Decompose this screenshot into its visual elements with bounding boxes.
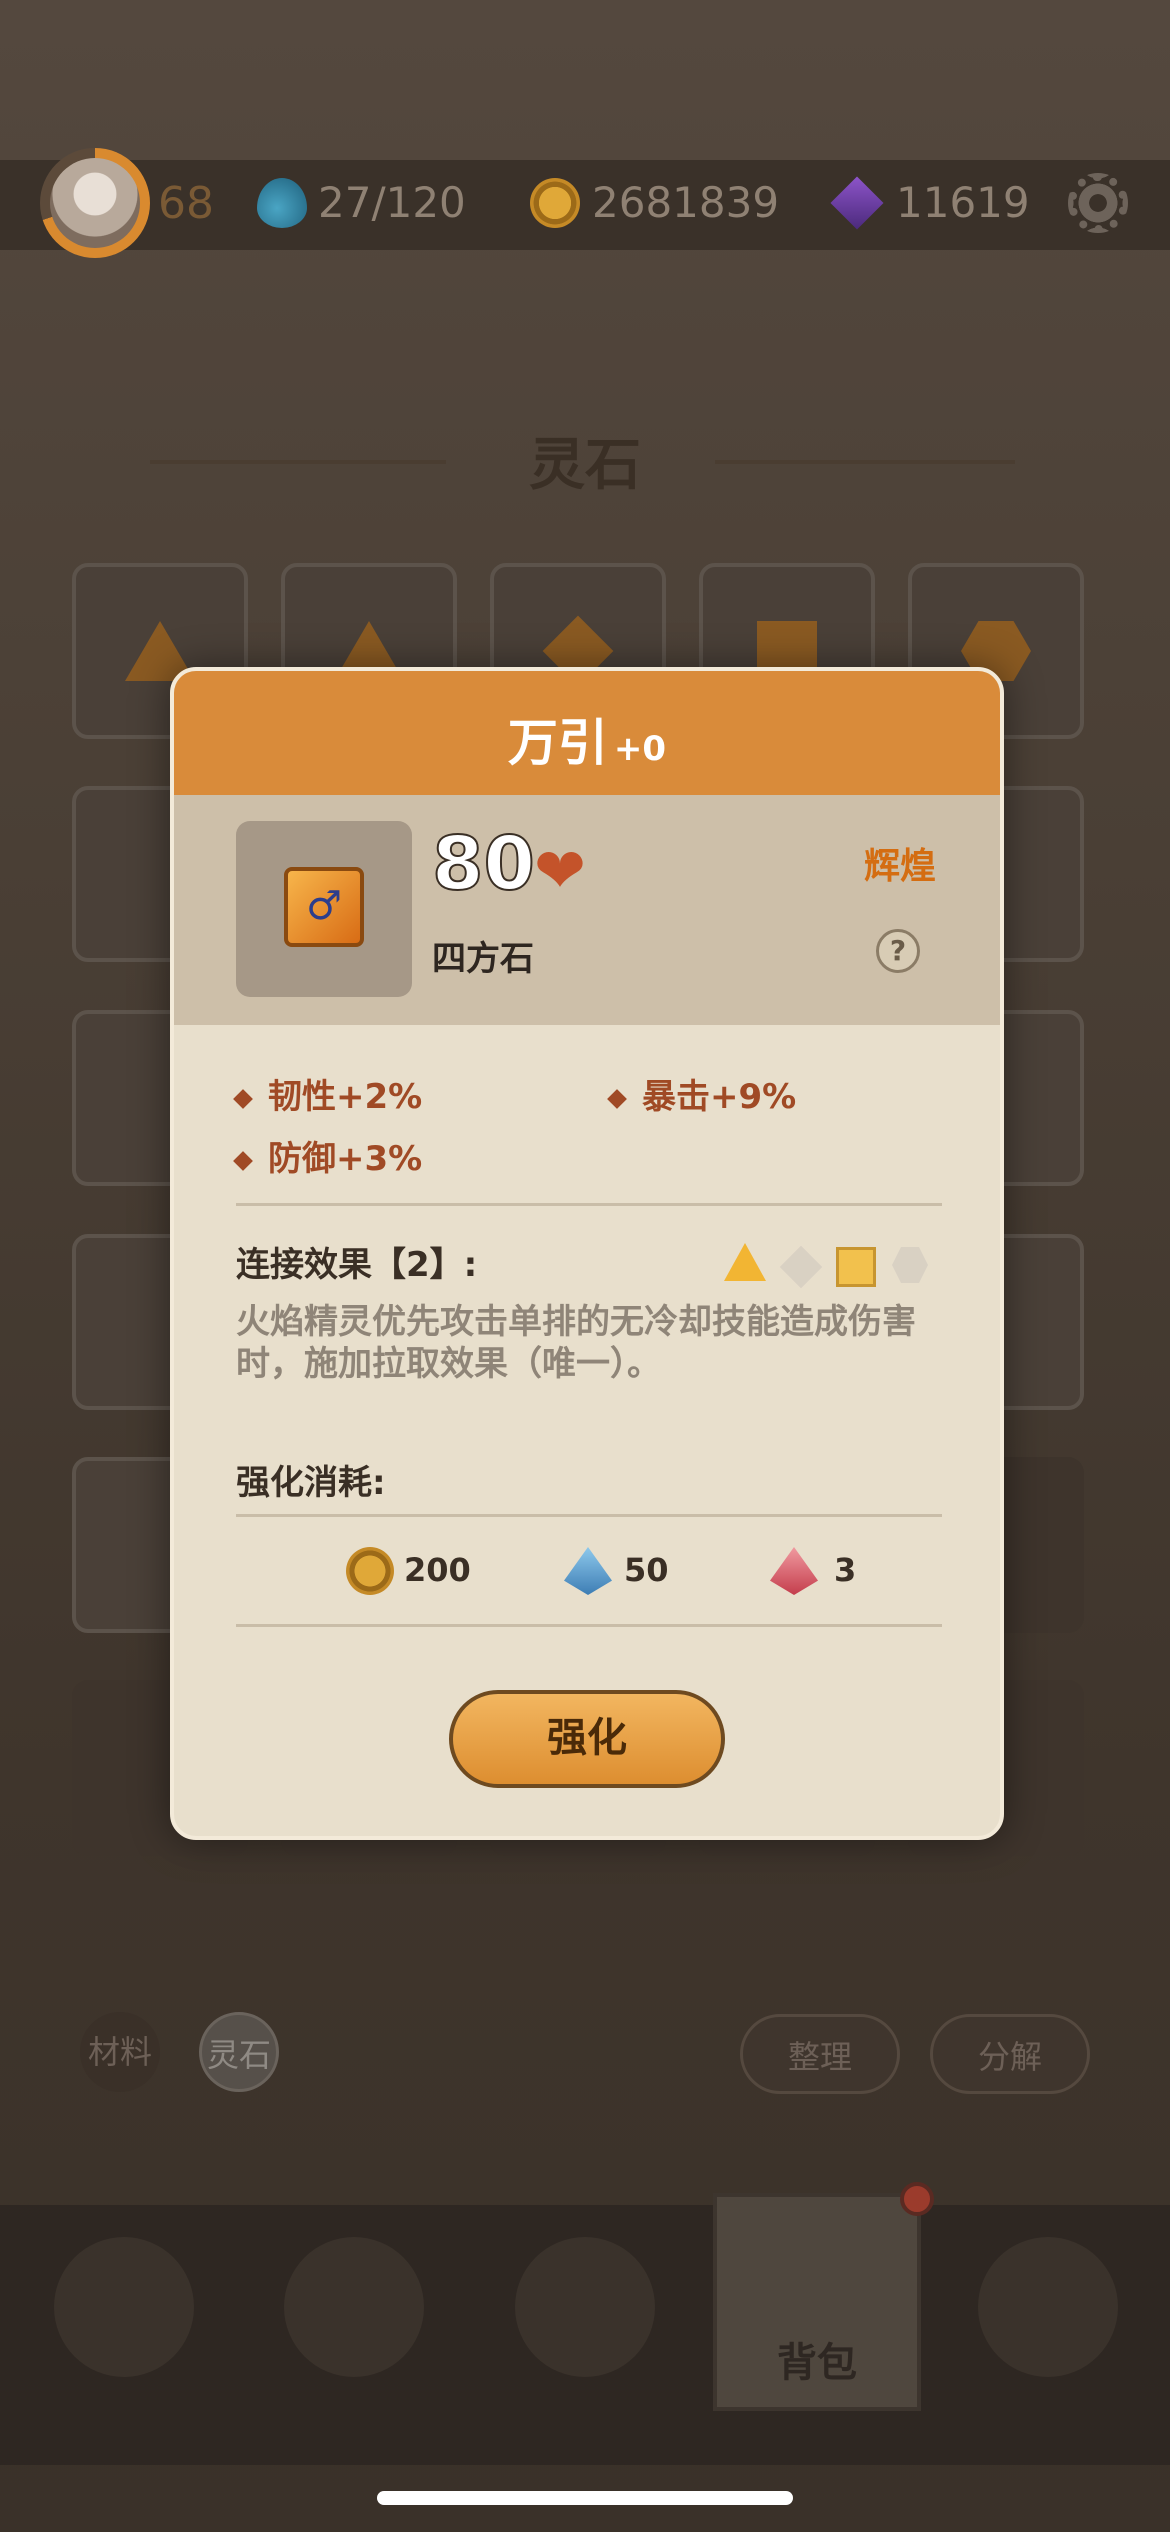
divider [236, 1514, 942, 1517]
coin-icon [530, 178, 580, 228]
nav-mountain-icon[interactable] [515, 2237, 655, 2377]
nav-shop-icon[interactable] [54, 2237, 194, 2377]
notification-dot [900, 2182, 934, 2216]
stone-power: 80 [431, 820, 536, 908]
attribute-item: 韧性+2% [233, 1069, 422, 1118]
stamina-value: 27/120 [318, 178, 466, 227]
link-effect-label: 连接效果【2】: [236, 1245, 478, 1285]
stone-type: 四方石 [432, 939, 534, 979]
modal-title: 万引 +0 [174, 703, 1000, 775]
enhance-cost-label: 强化消耗: [236, 1463, 386, 1503]
nav-bag-label: 背包 [777, 2340, 857, 2386]
square-stone-icon: ♂ [284, 867, 364, 947]
coin-icon [346, 1547, 394, 1595]
filter-stones[interactable]: 灵石 [199, 2012, 279, 2092]
attribute-item: 暴击+9% [607, 1069, 796, 1118]
sort-button[interactable]: 整理 [740, 2014, 900, 2094]
rarity-label: 辉煌 [864, 846, 937, 887]
red-crystal-cost: 3 [834, 1551, 857, 1589]
triangle-shape-icon [724, 1243, 766, 1281]
avatar-icon[interactable] [50, 158, 140, 248]
gold-cost: 200 [404, 1551, 471, 1589]
diamond-shape-icon [779, 1245, 823, 1289]
nav-portal-icon[interactable] [284, 2237, 424, 2377]
filter-materials[interactable]: 材料 [80, 2012, 160, 2092]
link-effect-description: 火焰精灵优先攻击单排的无冷却技能造成伤害时，施加拉取效果（唯一）。 [236, 1302, 916, 1384]
divider [236, 1203, 942, 1206]
question-icon[interactable]: ? [876, 929, 920, 973]
red-crystal-icon [770, 1547, 818, 1595]
attribute-item: 防御+3% [233, 1131, 422, 1180]
blue-crystal-cost: 50 [624, 1551, 669, 1589]
player-level: 68 [158, 178, 214, 229]
gem-value: 11619 [896, 178, 1030, 227]
square-shape-icon [836, 1247, 876, 1287]
blue-crystal-icon [564, 1547, 612, 1595]
stone-name: 万引 [507, 714, 608, 772]
stone-detail-modal: 万引 +0 ♂ 80 ❤ 四方石 辉煌 ? 韧性+2% 暴击+9% 防御+3% 连… [170, 667, 1004, 1840]
enhance-button[interactable]: 强化 [449, 1690, 725, 1788]
stone-level: +0 [613, 729, 667, 769]
gold-value: 2681839 [592, 178, 780, 227]
gear-icon[interactable] [1068, 173, 1128, 233]
divider [236, 1624, 942, 1627]
decompose-button[interactable]: 分解 [930, 2014, 1090, 2094]
title-divider-right [715, 460, 1015, 464]
hexagon-shape-icon [892, 1247, 928, 1283]
home-indicator [377, 2491, 793, 2505]
nav-map-pin-icon[interactable] [978, 2237, 1118, 2377]
heart-icon: ❤ [534, 834, 586, 907]
